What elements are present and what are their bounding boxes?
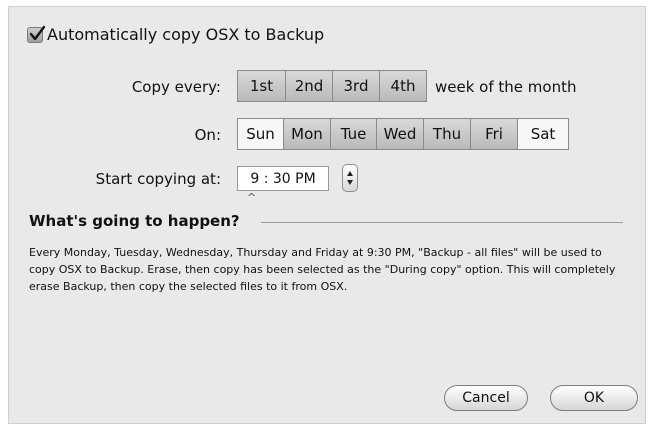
section-divider [261,222,623,223]
day-sun-button[interactable]: Sun [238,119,284,149]
week-selector: 1st 2nd 3rd 4th [237,70,427,102]
day-wed-button[interactable]: Wed [377,119,424,149]
auto-copy-label: Automatically copy OSX to Backup [47,25,325,44]
summary-heading: What's going to happen? [29,212,240,230]
start-time-field[interactable]: 9 : 30 PM [237,166,329,191]
stepper-arrows-icon [347,171,353,185]
hour-caret-icon: ^ [247,191,257,204]
day-selector: Sun Mon Tue Wed Thu Fri Sat [237,118,569,150]
week-2nd-button[interactable]: 2nd [286,71,333,101]
ok-button[interactable]: OK [550,385,638,411]
auto-copy-option[interactable]: Automatically copy OSX to Backup [27,25,324,44]
day-thu-button[interactable]: Thu [424,119,471,149]
auto-copy-checkbox[interactable] [27,25,46,43]
start-copying-label: Start copying at: [95,170,221,188]
cancel-button[interactable]: Cancel [444,385,528,411]
day-tue-button[interactable]: Tue [331,119,377,149]
on-label: On: [194,126,221,144]
week-1st-button[interactable]: 1st [238,71,286,101]
week-3rd-button[interactable]: 3rd [333,71,380,101]
week-of-month-text: week of the month [435,78,577,96]
day-fri-button[interactable]: Fri [471,119,518,149]
day-mon-button[interactable]: Mon [284,119,331,149]
time-stepper[interactable] [342,164,358,192]
schedule-dialog: Automatically copy OSX to Backup Copy ev… [8,6,646,424]
checkmark-icon [29,25,46,40]
summary-text: Every Monday, Tuesday, Wednesday, Thursd… [29,246,616,293]
day-sat-button[interactable]: Sat [518,119,568,149]
copy-every-label: Copy every: [131,78,221,96]
week-4th-button[interactable]: 4th [380,71,426,101]
